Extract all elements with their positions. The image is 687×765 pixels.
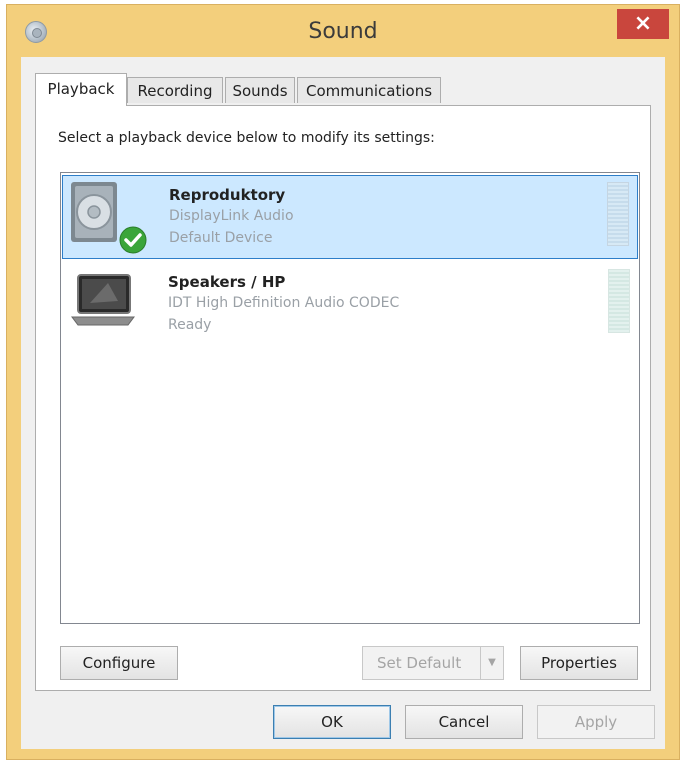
default-check-icon [119, 226, 147, 254]
device-item-reproduktory[interactable]: Reproduktory DisplayLink Audio Default D… [62, 175, 638, 259]
title-bar[interactable]: Sound × [7, 5, 679, 57]
tab-sounds[interactable]: Sounds [225, 77, 295, 103]
device-driver: IDT High Definition Audio CODEC [168, 295, 400, 311]
device-list[interactable]: Reproduktory DisplayLink Audio Default D… [60, 172, 640, 624]
cancel-button[interactable]: Cancel [405, 705, 523, 739]
close-button[interactable]: × [617, 9, 669, 39]
tab-communications[interactable]: Communications [297, 77, 441, 103]
ok-button[interactable]: OK [273, 705, 391, 739]
window-title: Sound [308, 19, 378, 44]
instruction-text: Select a playback device below to modify… [58, 130, 435, 146]
dialog-client-area: Playback Recording Sounds Communications… [21, 57, 665, 749]
device-status: Default Device [169, 230, 273, 246]
configure-button[interactable]: Configure [60, 646, 178, 680]
device-status: Ready [168, 317, 212, 333]
volume-level-meter [608, 269, 630, 333]
device-name: Reproduktory [169, 186, 286, 204]
device-name: Speakers / HP [168, 273, 286, 291]
tab-recording[interactable]: Recording [127, 77, 223, 103]
device-item-speakers-hp[interactable]: Speakers / HP IDT High Definition Audio … [62, 263, 638, 347]
volume-level-meter [607, 182, 629, 246]
laptop-icon [71, 274, 135, 326]
device-driver: DisplayLink Audio [169, 208, 294, 224]
set-default-label: Set Default [377, 654, 462, 672]
chevron-down-icon[interactable]: ▼ [480, 647, 503, 679]
sound-dialog: Sound × Playback Recording Sounds Commun… [6, 4, 680, 760]
tab-playback[interactable]: Playback [35, 73, 127, 106]
apply-button[interactable]: Apply [537, 705, 655, 739]
properties-button[interactable]: Properties [520, 646, 638, 680]
playback-panel: Select a playback device below to modify… [35, 105, 651, 691]
set-default-button[interactable]: Set Default ▼ [362, 646, 504, 680]
